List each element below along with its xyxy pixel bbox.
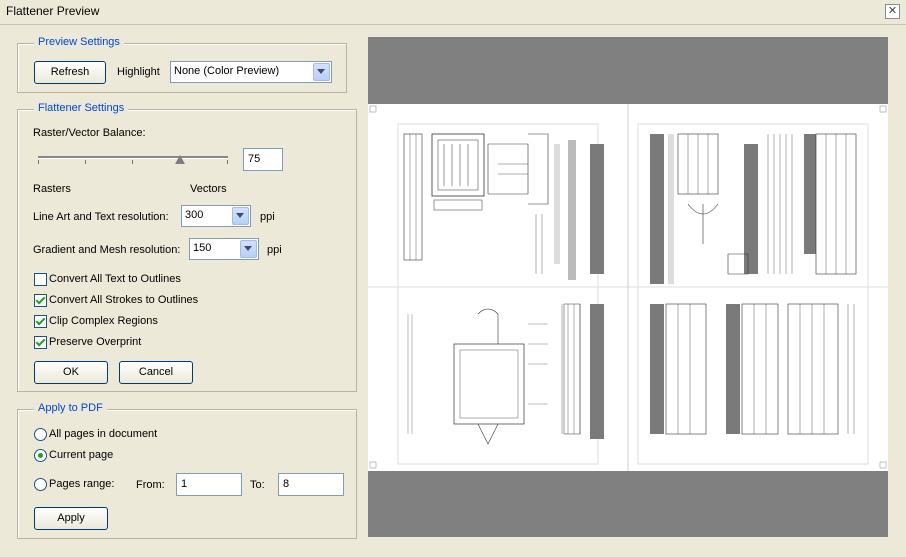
preview-settings-legend: Preview Settings bbox=[34, 36, 124, 48]
rasters-label: Rasters bbox=[33, 183, 71, 195]
vectors-label: Vectors bbox=[190, 183, 227, 195]
highlight-select-value: None (Color Preview) bbox=[174, 65, 280, 77]
gradient-value: 150 bbox=[193, 242, 212, 254]
pages-range-label[interactable]: Pages range: bbox=[49, 478, 114, 490]
lineart-resolution-select[interactable]: 300 bbox=[181, 205, 251, 227]
title-bar: Flattener Preview ✕ bbox=[0, 0, 906, 25]
to-input-value: 8 bbox=[283, 478, 290, 490]
preserve-overprint-checkbox[interactable] bbox=[34, 336, 47, 349]
current-page-radio[interactable] bbox=[34, 449, 47, 462]
to-input[interactable]: 8 bbox=[278, 473, 344, 496]
close-icon[interactable]: ✕ bbox=[885, 4, 900, 19]
flattener-settings-legend: Flattener Settings bbox=[34, 102, 129, 114]
lineart-value: 300 bbox=[185, 209, 204, 221]
from-label: From: bbox=[136, 479, 165, 491]
from-input[interactable]: 1 bbox=[176, 473, 242, 496]
balance-input-value: 75 bbox=[248, 153, 261, 165]
clip-regions-checkbox[interactable] bbox=[34, 315, 47, 328]
preview-area[interactable] bbox=[368, 37, 888, 537]
chevron-down-icon[interactable] bbox=[232, 207, 249, 225]
highlight-label: Highlight bbox=[117, 66, 160, 78]
balance-input[interactable]: 75 bbox=[243, 148, 283, 171]
to-label: To: bbox=[250, 479, 265, 491]
balance-slider-track[interactable] bbox=[38, 156, 228, 159]
refresh-button[interactable]: Refresh bbox=[34, 61, 106, 84]
gradient-label: Gradient and Mesh resolution: bbox=[33, 244, 181, 256]
balance-slider-thumb[interactable] bbox=[175, 155, 185, 164]
slider-tick bbox=[132, 160, 133, 164]
chevron-down-icon[interactable] bbox=[313, 63, 330, 81]
text-outlines-label[interactable]: Convert All Text to Outlines bbox=[49, 273, 181, 285]
window-title: Flattener Preview bbox=[6, 4, 100, 18]
balance-label: Raster/Vector Balance: bbox=[33, 127, 146, 139]
cancel-button[interactable]: Cancel bbox=[119, 361, 193, 384]
text-outlines-checkbox[interactable] bbox=[34, 273, 47, 286]
apply-button[interactable]: Apply bbox=[34, 507, 108, 530]
strokes-outlines-label[interactable]: Convert All Strokes to Outlines bbox=[49, 294, 198, 306]
highlight-select[interactable]: None (Color Preview) bbox=[170, 61, 332, 83]
chevron-down-icon[interactable] bbox=[240, 240, 257, 258]
lineart-unit: ppi bbox=[260, 211, 275, 223]
all-pages-radio[interactable] bbox=[34, 428, 47, 441]
clip-regions-label[interactable]: Clip Complex Regions bbox=[49, 315, 158, 327]
gradient-resolution-select[interactable]: 150 bbox=[189, 238, 259, 260]
lineart-label: Line Art and Text resolution: bbox=[33, 211, 169, 223]
preview-page bbox=[368, 104, 888, 471]
ok-button[interactable]: OK bbox=[34, 361, 108, 384]
gradient-unit: ppi bbox=[267, 244, 282, 256]
apply-to-pdf-legend: Apply to PDF bbox=[34, 402, 107, 414]
preview-page-drawing bbox=[368, 104, 888, 471]
slider-tick bbox=[38, 160, 39, 164]
strokes-outlines-checkbox[interactable] bbox=[34, 294, 47, 307]
all-pages-label[interactable]: All pages in document bbox=[49, 428, 157, 440]
from-input-value: 1 bbox=[181, 478, 188, 490]
pages-range-radio[interactable] bbox=[34, 478, 47, 491]
slider-tick bbox=[227, 160, 228, 164]
preserve-overprint-label[interactable]: Preserve Overprint bbox=[49, 336, 141, 348]
slider-tick bbox=[85, 160, 86, 164]
current-page-label[interactable]: Current page bbox=[49, 449, 113, 461]
